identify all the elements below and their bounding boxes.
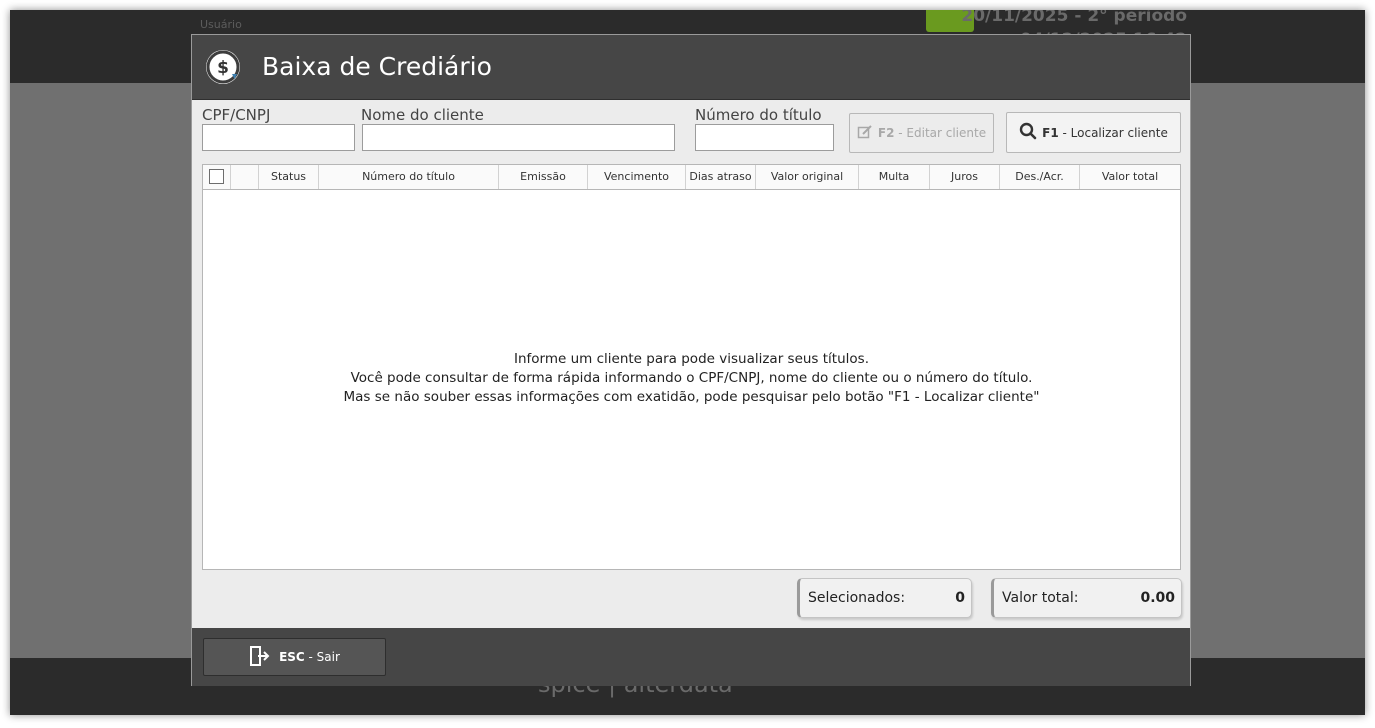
column-header[interactable]: Valor total (1080, 165, 1180, 189)
title-number-input[interactable] (695, 124, 834, 151)
column-header[interactable]: Multa (859, 165, 930, 189)
grid-header: Status Número do título Emissão Vencimen… (203, 165, 1180, 190)
date-line-1: 20/11/2025 - 2° período (961, 10, 1187, 26)
dialog-title: Baixa de Crediário (262, 52, 492, 81)
edit-client-button[interactable]: F2 - Editar cliente (849, 113, 994, 153)
empty-message-line: Você pode consultar de forma rápida info… (350, 370, 1033, 386)
column-header[interactable]: Des./Acr. (1000, 165, 1080, 189)
total-value: 0.00 (1140, 590, 1175, 606)
column-header[interactable]: Emissão (499, 165, 588, 189)
selected-value: 0 (955, 590, 965, 606)
dialog-header: $ Baixa de Crediário (192, 35, 1190, 100)
total-value-box: Valor total: 0.00 (991, 578, 1182, 618)
edit-shortcut: F2 (877, 126, 895, 140)
client-name-input[interactable] (362, 124, 675, 151)
title-number-label: Número do título (695, 106, 822, 124)
svg-text:$: $ (217, 58, 229, 78)
dialog-footer: ESC - Sair (192, 628, 1190, 686)
marker-column (231, 165, 259, 189)
user-label: Usuário (200, 18, 242, 31)
baixa-crediario-dialog: $ Baixa de Crediário CPF/CNPJ Nome do cl… (191, 34, 1191, 686)
column-header[interactable]: Número do título (319, 165, 499, 189)
exit-door-icon (249, 645, 271, 670)
edit-icon (857, 124, 873, 143)
column-header[interactable]: Valor original (756, 165, 859, 189)
search-icon (1019, 122, 1037, 143)
find-client-button[interactable]: F1 - Localizar cliente (1006, 112, 1181, 153)
edit-client-label: - Editar cliente (894, 126, 987, 140)
column-header[interactable]: Dias atraso (686, 165, 756, 189)
cpf-input[interactable] (202, 124, 355, 151)
cpf-label: CPF/CNPJ (202, 106, 271, 124)
empty-message-line: Mas se não souber essas informações com … (343, 389, 1040, 405)
titles-grid: Status Número do título Emissão Vencimen… (202, 164, 1181, 570)
exit-shortcut: ESC (279, 650, 305, 664)
column-header[interactable]: Status (259, 165, 319, 189)
dollar-refresh-icon: $ (206, 50, 240, 84)
client-name-label: Nome do cliente (361, 106, 484, 124)
empty-message-line: Informe um cliente para pode visualizar … (514, 351, 869, 367)
exit-button[interactable]: ESC - Sair (203, 638, 386, 676)
find-client-label: - Localizar cliente (1058, 125, 1168, 140)
column-header[interactable]: Juros (930, 165, 1000, 189)
select-all-cell (203, 165, 231, 189)
total-label: Valor total: (1002, 590, 1079, 606)
select-all-checkbox[interactable] (209, 169, 224, 184)
column-header[interactable]: Vencimento (588, 165, 686, 189)
selected-count-box: Selecionados: 0 (797, 578, 972, 618)
exit-label: - Sair (304, 650, 340, 664)
find-shortcut: F1 (1042, 125, 1059, 140)
selected-label: Selecionados: (808, 590, 906, 606)
empty-grid-message: Informe um cliente para pode visualizar … (203, 350, 1180, 407)
